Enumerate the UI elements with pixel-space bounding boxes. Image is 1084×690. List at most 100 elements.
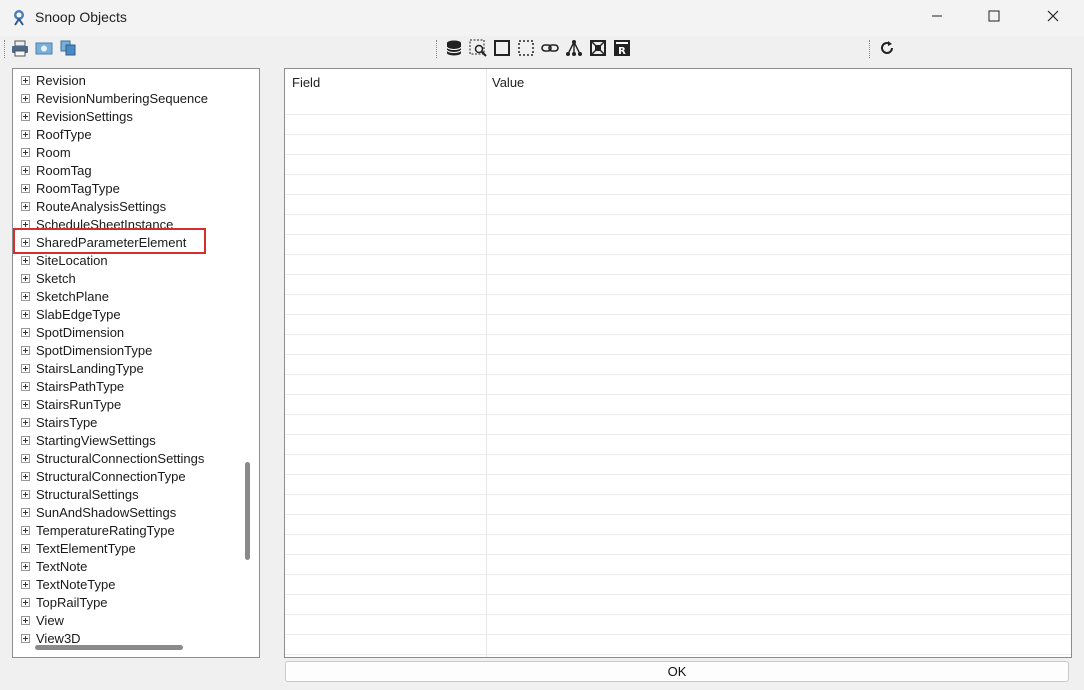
expand-plus-icon[interactable] (21, 201, 30, 211)
tree-item-label: RoofType (36, 126, 92, 142)
database-icon[interactable] (445, 39, 463, 57)
tree-item[interactable]: RoofType (21, 125, 92, 143)
expand-plus-icon[interactable] (21, 255, 30, 265)
tree-item[interactable]: StairsLandingType (21, 359, 144, 377)
tree-item[interactable]: SketchPlane (21, 287, 109, 305)
tree-item[interactable]: SpotDimensionType (21, 341, 152, 359)
tree-item[interactable]: SlabEdgeType (21, 305, 121, 323)
toolbar-grip[interactable] (436, 40, 439, 58)
expand-plus-icon[interactable] (21, 345, 30, 355)
expand-plus-icon[interactable] (21, 129, 30, 139)
tree-item[interactable]: TextNote (21, 557, 87, 575)
close-button[interactable] (1024, 0, 1082, 34)
tree-item-label: StairsPathType (36, 378, 125, 394)
tree-item[interactable]: StairsRunType (21, 395, 121, 413)
revit-icon[interactable]: R (613, 39, 631, 57)
minimize-button[interactable] (908, 0, 966, 34)
tree-item-label: Sketch (36, 270, 76, 286)
tree-item[interactable]: StartingViewSettings (21, 431, 156, 449)
expand-plus-icon[interactable] (21, 435, 30, 445)
expand-plus-icon[interactable] (21, 363, 30, 373)
tree-item-label: SketchPlane (36, 288, 109, 304)
grid-row-line (285, 514, 1071, 515)
tree-item[interactable]: SpotDimension (21, 323, 124, 341)
expand-plus-icon[interactable] (21, 291, 30, 301)
toolbar-grip[interactable] (869, 40, 872, 58)
dependency-tree-icon[interactable] (565, 39, 583, 57)
expand-plus-icon[interactable] (21, 561, 30, 571)
snoop-selection-icon[interactable] (469, 39, 487, 57)
expand-plus-icon[interactable] (21, 165, 30, 175)
tree-item-label: StructuralConnectionSettings (36, 450, 205, 466)
expand-plus-icon[interactable] (21, 327, 30, 337)
expand-plus-icon[interactable] (21, 579, 30, 589)
horizontal-scrollbar-thumb[interactable] (35, 645, 183, 650)
tree-item[interactable]: Room (21, 143, 71, 161)
toolbar: R (0, 36, 1084, 62)
object-tree[interactable]: Revision RevisionNumberingSequence Revisio… (12, 68, 260, 658)
grid-row-line (285, 334, 1071, 335)
expand-plus-icon[interactable] (21, 75, 30, 85)
tree-item-label: StructuralSettings (36, 486, 139, 502)
expand-plus-icon[interactable] (21, 111, 30, 121)
tree-item[interactable]: StructuralConnectionType (21, 467, 186, 485)
tree-item[interactable]: StructuralSettings (21, 485, 139, 503)
expand-plus-icon[interactable] (21, 507, 30, 517)
select-element-icon[interactable] (589, 39, 607, 57)
tree-item[interactable]: StructuralConnectionSettings (21, 449, 204, 467)
tree-item[interactable]: StairsType (21, 413, 97, 431)
grid-row-line (285, 394, 1071, 395)
expand-plus-icon[interactable] (21, 273, 30, 283)
expand-plus-icon[interactable] (21, 183, 30, 193)
tree-item[interactable]: SunAndShadowSettings (21, 503, 176, 521)
select-rectangle-icon[interactable] (493, 39, 511, 57)
print-preview-icon[interactable] (35, 39, 53, 57)
tree-item[interactable]: TopRailType (21, 593, 108, 611)
highlight-annotation-box (13, 228, 206, 254)
expand-plus-icon[interactable] (21, 543, 30, 553)
tree-item[interactable]: StairsPathType (21, 377, 124, 395)
expand-plus-icon[interactable] (21, 471, 30, 481)
copy-icon[interactable] (59, 39, 77, 57)
expand-plus-icon[interactable] (21, 525, 30, 535)
expand-plus-icon[interactable] (21, 93, 30, 103)
expand-plus-icon[interactable] (21, 381, 30, 391)
tree-item[interactable]: RouteAnalysisSettings (21, 197, 166, 215)
tree-item[interactable]: TemperatureRatingType (21, 521, 175, 539)
property-grid[interactable]: Field Value (284, 68, 1072, 658)
expand-plus-icon[interactable] (21, 147, 30, 157)
link-icon[interactable] (541, 39, 559, 57)
expand-plus-icon[interactable] (21, 453, 30, 463)
grid-row-line (285, 134, 1071, 135)
refresh-icon[interactable] (878, 39, 896, 57)
ok-button[interactable]: OK (285, 661, 1069, 682)
print-icon[interactable] (11, 39, 29, 57)
expand-plus-icon[interactable] (21, 309, 30, 319)
toolbar-grip[interactable] (4, 40, 7, 58)
tree-item[interactable]: TextNoteType (21, 575, 116, 593)
tree-item[interactable]: Sketch (21, 269, 76, 287)
vertical-scrollbar-thumb[interactable] (245, 462, 250, 560)
maximize-button[interactable] (965, 0, 1023, 34)
grid-row-line (285, 534, 1071, 535)
expand-plus-icon[interactable] (21, 417, 30, 427)
tree-item[interactable]: RoomTag (21, 161, 92, 179)
tree-item[interactable]: RoomTagType (21, 179, 120, 197)
tree-item[interactable]: RevisionNumberingSequence (21, 89, 208, 107)
column-header-field[interactable]: Field (292, 75, 320, 90)
column-header-value[interactable]: Value (492, 75, 524, 90)
tree-item[interactable]: Revision (21, 71, 86, 89)
expand-plus-icon[interactable] (21, 399, 30, 409)
tree-item[interactable]: RevisionSettings (21, 107, 133, 125)
expand-plus-icon[interactable] (21, 489, 30, 499)
tree-item[interactable]: View (21, 611, 64, 629)
tree-item[interactable]: TextElementType (21, 539, 136, 557)
expand-plus-icon[interactable] (21, 615, 30, 625)
select-dashed-icon[interactable] (517, 39, 535, 57)
expand-plus-icon[interactable] (21, 597, 30, 607)
column-divider[interactable] (486, 69, 487, 657)
tree-item-label: StructuralConnectionType (36, 468, 186, 484)
tree-item-label: TemperatureRatingType (36, 522, 175, 538)
expand-plus-icon[interactable] (21, 633, 30, 643)
grid-row-line (285, 654, 1071, 655)
